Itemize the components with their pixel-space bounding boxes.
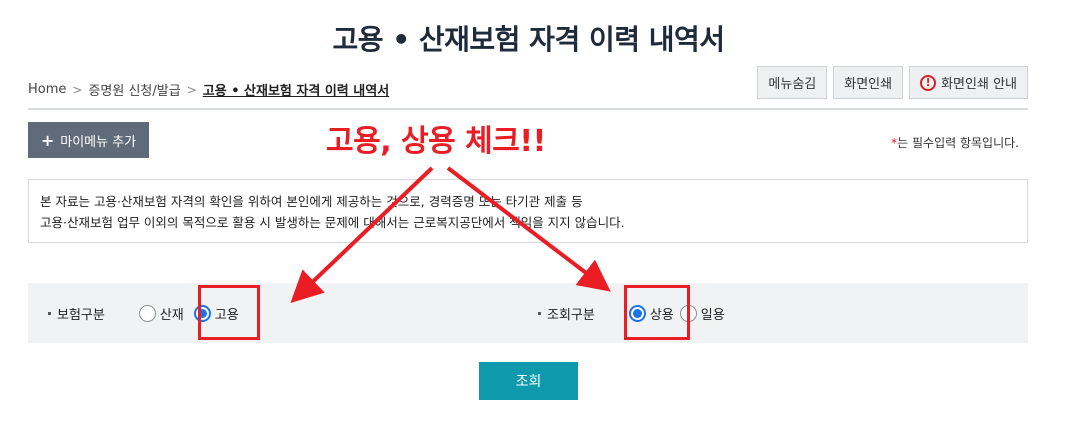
search-button[interactable]: 조회: [479, 362, 578, 400]
annotation-text: 고용, 상용 체크!!: [326, 124, 546, 159]
add-mymenu-button[interactable]: + 마이메뉴 추가: [28, 122, 149, 158]
print-screen-button[interactable]: 화면인쇄: [833, 66, 904, 99]
required-note: *는 필수입력 항목입니다.: [891, 134, 1019, 151]
query-type-label: 조회구분: [538, 304, 595, 323]
page-title: 고용 • 산재보험 자격 이력 내역서: [332, 23, 725, 56]
notice-box: 본 자료는 고용·산재보험 자격의 확인을 위하여 본인에게 제공하는 것으로,…: [28, 179, 1028, 243]
highlight-box-sangyong: [624, 285, 690, 340]
alert-icon: !: [920, 74, 937, 91]
filter-bar: 보험구분 산재 고용 조회구분 상용 일용: [28, 283, 1028, 343]
top-button-group: 메뉴숨김 화면인쇄 ! 화면인쇄 안내: [757, 66, 1028, 99]
highlight-box-goyong: [198, 285, 260, 340]
breadcrumb: Home > 증명원 신청/발급 > 고용 • 산재보험 자격 이력 내역서: [28, 80, 389, 99]
notice-line-1: 본 자료는 고용·산재보험 자격의 확인을 위하여 본인에게 제공하는 것으로,…: [40, 194, 583, 209]
bullet-icon: [538, 311, 541, 315]
insurance-type-label: 보험구분: [48, 304, 105, 323]
breadcrumb-certificate[interactable]: 증명원 신청/발급: [88, 80, 180, 99]
chevron-right-icon: >: [72, 82, 83, 97]
bullet-icon: [48, 311, 51, 315]
header-divider: [28, 108, 1028, 110]
radio-ilyong-label: 일용: [700, 307, 725, 323]
notice-line-2: 고용·산재보험 업무 이외의 목적으로 활용 시 발생하는 문제에 대해서는 근…: [40, 215, 625, 230]
plus-icon: +: [40, 130, 55, 150]
chevron-right-icon: >: [186, 82, 197, 97]
breadcrumb-home[interactable]: Home: [28, 82, 66, 97]
print-guide-label: 화면인쇄 안내: [941, 77, 1017, 92]
required-note-text: 는 필수입력 항목입니다.: [897, 136, 1019, 150]
breadcrumb-current[interactable]: 고용 • 산재보험 자격 이력 내역서: [203, 80, 389, 99]
radio-sanjae[interactable]: [138, 304, 156, 322]
radio-sanjae-label: 산재: [159, 307, 184, 323]
print-guide-button[interactable]: ! 화면인쇄 안내: [909, 66, 1028, 99]
radio-option-sanjae[interactable]: 산재: [138, 304, 184, 323]
hide-menu-button[interactable]: 메뉴숨김: [757, 66, 828, 99]
add-mymenu-label: 마이메뉴 추가: [60, 134, 137, 150]
